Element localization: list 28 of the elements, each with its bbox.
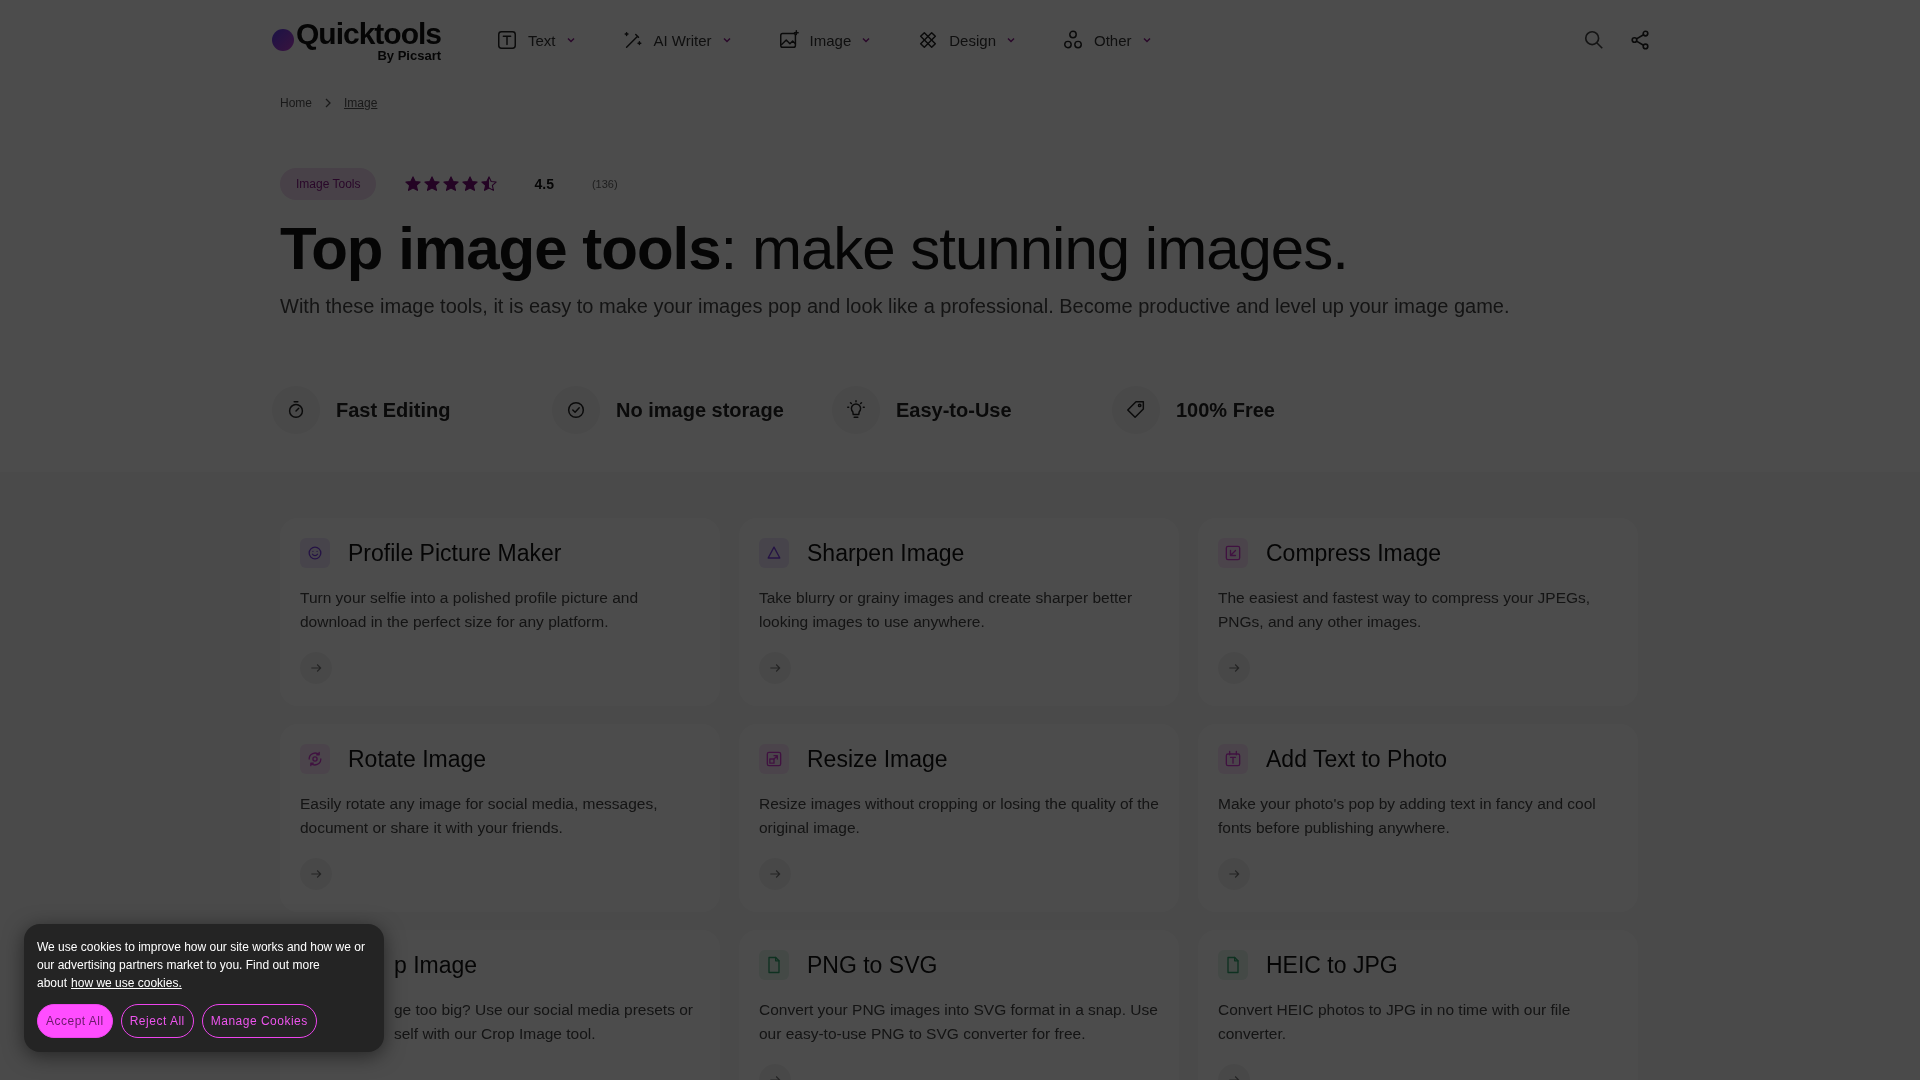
logo-name[interactable]: Quicktools: [296, 18, 442, 49]
tool-title: Compress Image: [1266, 539, 1442, 567]
tool-description: Convert your PNG images into SVG format in a snap. Use our easy-to-use PNG to SVG converter for free.: [759, 1000, 1159, 1044]
feature-label: 100% Free: [1176, 398, 1275, 422]
tool-description: ge too big? Use our social media presets or self with our Crop Image tool.: [394, 1000, 694, 1044]
rating-value: 4.5: [534, 176, 554, 192]
cookie-message: We use cookies to improve how our site works and how we or our advertising partners market to you. Find out more about how we use cookies.: [37, 939, 366, 992]
tool-description: Take blurry or grainy images and create sharper better looking images to use anywhere.: [759, 588, 1134, 632]
tool-title: HEIC to JPG: [1266, 951, 1398, 979]
tool-title: Add Text to Photo: [1266, 745, 1448, 773]
tool-description: The easiest and fastest way to compress your JPEGs, PNGs, and any other images.: [1218, 588, 1592, 632]
tool-description: Resize images without cropping or losing the quality of the original image.: [759, 794, 1159, 838]
tool-title: PNG to SVG: [807, 951, 938, 979]
feature-label: Fast Editing: [336, 398, 451, 422]
logo-byline: By Picsart: [377, 48, 442, 62]
tool-title: Sharpen Image: [807, 539, 965, 567]
page-subtitle: With these image tools, it is easy to make your images pop and look like a professional. Become productive and level up your image game.: [280, 295, 1511, 318]
feature-label: Easy-to-Use: [896, 398, 1012, 422]
tool-description: Easily rotate any image for social media, messages, document or share it with your friends.: [300, 794, 659, 838]
tool-title: p Image: [394, 951, 478, 979]
cookie-policy-link[interactable]: how we use cookies.: [71, 976, 182, 990]
tool-title: Profile Picture Maker: [348, 539, 562, 567]
feature-label: No image storage: [616, 398, 784, 422]
tool-title: Rotate Image: [348, 745, 487, 773]
cookie-button[interactable]: Accept All: [37, 1004, 113, 1038]
page-heading: Top image tools: make stunning images.: [280, 214, 1349, 283]
tool-title: Resize Image: [807, 745, 948, 773]
tool-description: Turn your selfie into a polished profile picture and download in the perfect size for any platform.: [300, 588, 640, 632]
